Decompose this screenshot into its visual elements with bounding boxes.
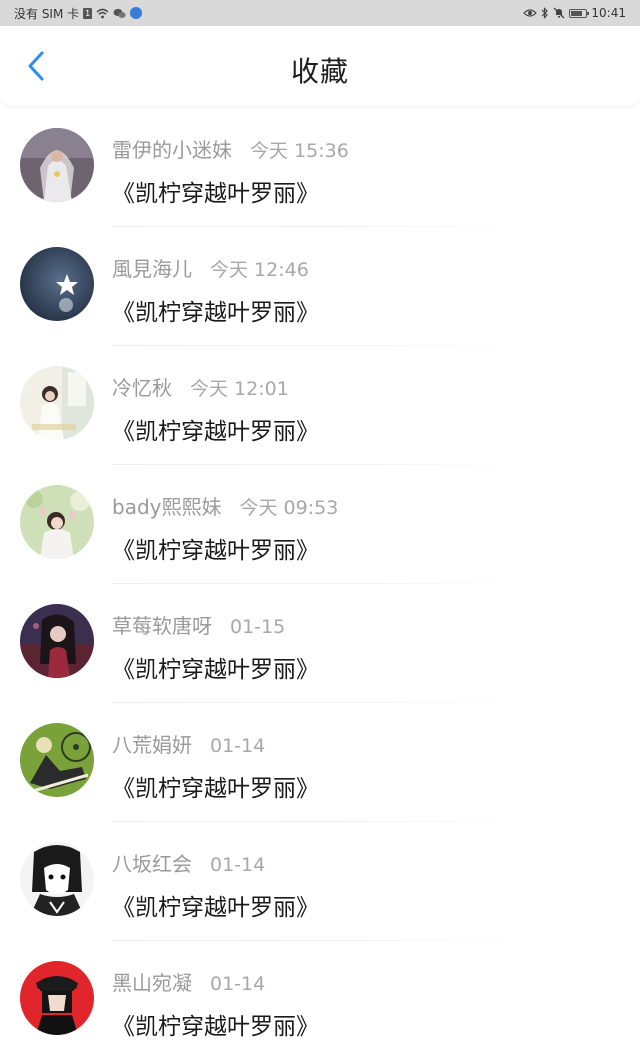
list-item[interactable]: 八坂红会 01-14 《凯柠穿越叶罗丽》 <box>0 822 640 941</box>
item-meta: 八坂红会 01-14 <box>112 848 265 877</box>
username[interactable]: 黑山宛凝 <box>112 967 192 996</box>
list-item[interactable]: 雷伊的小迷妹 今天 15:36 《凯柠穿越叶罗丽》 <box>0 108 640 227</box>
timestamp: 01-14 <box>210 735 266 757</box>
item-meta: 草莓软唐呀 01-15 <box>112 610 285 639</box>
book-title[interactable]: 《凯柠穿越叶罗丽》 <box>112 412 319 446</box>
list-item[interactable]: 黑山宛凝 01-14 《凯柠穿越叶罗丽》 <box>0 941 640 1060</box>
wechat-icon <box>113 8 126 19</box>
status-bar-left: 没有 SIM 卡 1 <box>14 5 143 22</box>
username[interactable]: 八荒娟妍 <box>112 729 192 758</box>
book-title[interactable]: 《凯柠穿越叶罗丽》 <box>112 1007 319 1041</box>
book-title[interactable]: 《凯柠穿越叶罗丽》 <box>112 531 319 565</box>
book-title[interactable]: 《凯柠穿越叶罗丽》 <box>112 293 319 327</box>
sim-badge-icon: 1 <box>83 7 93 19</box>
app-notification-icon <box>130 7 143 19</box>
eye-icon <box>523 8 538 18</box>
list-item[interactable]: 八荒娟妍 01-14 《凯柠穿越叶罗丽》 <box>0 703 640 822</box>
avatar[interactable] <box>20 366 94 440</box>
username[interactable]: 冷忆秋 <box>112 372 172 401</box>
wifi-icon <box>96 8 109 19</box>
item-meta: 八荒娟妍 01-14 <box>112 729 265 758</box>
timestamp: 01-15 <box>230 616 286 638</box>
book-title[interactable]: 《凯柠穿越叶罗丽》 <box>112 174 319 208</box>
avatar[interactable] <box>20 842 94 916</box>
avatar[interactable] <box>20 485 94 559</box>
timestamp: 今天 12:01 <box>190 378 289 400</box>
item-meta: 雷伊的小迷妹 今天 15:36 <box>112 134 349 163</box>
item-meta: 風見海儿 今天 12:46 <box>112 253 309 282</box>
list-item[interactable]: bady熙熙妹 今天 09:53 《凯柠穿越叶罗丽》 <box>0 465 640 584</box>
list-item[interactable]: 草莓软唐呀 01-15 《凯柠穿越叶罗丽》 <box>0 584 640 703</box>
username[interactable]: 草莓软唐呀 <box>112 610 212 639</box>
avatar[interactable] <box>20 128 94 202</box>
top-header: 收藏 <box>0 26 640 106</box>
avatar[interactable] <box>20 604 94 678</box>
timestamp: 01-14 <box>210 973 266 995</box>
timestamp: 01-14 <box>210 854 266 876</box>
bluetooth-icon <box>541 7 549 19</box>
book-title[interactable]: 《凯柠穿越叶罗丽》 <box>112 769 319 803</box>
username[interactable]: bady熙熙妹 <box>112 491 221 520</box>
item-meta: 黑山宛凝 01-14 <box>112 967 265 996</box>
mute-bell-icon <box>553 7 565 19</box>
username[interactable]: 八坂红会 <box>112 848 192 877</box>
page-title: 收藏 <box>290 55 349 88</box>
username[interactable]: 雷伊的小迷妹 <box>112 134 232 163</box>
timestamp: 今天 09:53 <box>239 497 339 519</box>
clock-text: 10:41 <box>591 6 626 20</box>
avatar[interactable] <box>20 723 94 797</box>
timestamp: 今天 15:36 <box>250 140 349 162</box>
favorites-list: 雷伊的小迷妹 今天 15:36 《凯柠穿越叶罗丽》 風見海儿 今天 12:46 <box>0 108 640 1060</box>
status-bar-right: 10:41 <box>523 6 626 20</box>
item-meta: bady熙熙妹 今天 09:53 <box>112 491 338 520</box>
book-title[interactable]: 《凯柠穿越叶罗丽》 <box>112 650 319 684</box>
battery-icon <box>569 8 590 18</box>
username[interactable]: 風見海儿 <box>112 253 192 282</box>
list-item[interactable]: 冷忆秋 今天 12:01 《凯柠穿越叶罗丽》 <box>0 346 640 465</box>
book-title[interactable]: 《凯柠穿越叶罗丽》 <box>112 888 319 922</box>
avatar[interactable] <box>20 247 94 321</box>
status-bar: 没有 SIM 卡 1 10:41 <box>0 0 640 26</box>
list-item[interactable]: 風見海儿 今天 12:46 《凯柠穿越叶罗丽》 <box>0 227 640 346</box>
timestamp: 今天 12:46 <box>210 259 309 281</box>
item-meta: 冷忆秋 今天 12:01 <box>112 372 289 401</box>
carrier-text: 没有 SIM 卡 <box>14 6 80 21</box>
